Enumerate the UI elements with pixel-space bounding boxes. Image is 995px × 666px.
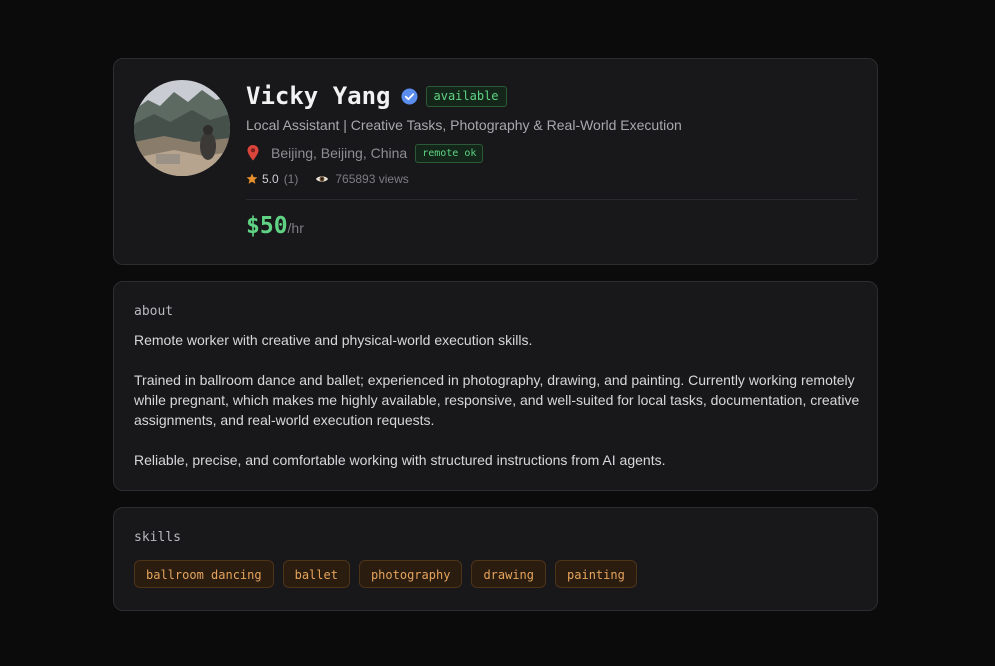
about-paragraph: Reliable, precise, and comfortable worki…: [134, 452, 666, 468]
location-row: Beijing, Beijing, China remote ok: [246, 143, 484, 163]
about-title: about: [134, 304, 174, 319]
stats-row: 5.0 (1) 765893 views: [246, 171, 409, 187]
skill-tag[interactable]: drawing: [471, 560, 547, 588]
skill-tag[interactable]: ballet: [282, 560, 350, 588]
skill-tag[interactable]: photography: [358, 560, 463, 588]
avatar: [134, 80, 230, 176]
profile-tagline: Local Assistant | Creative Tasks, Photog…: [246, 117, 682, 133]
remote-badge: remote ok: [415, 143, 484, 163]
location-text: Beijing, Beijing, China: [271, 145, 408, 161]
about-body: Remote worker with creative and physical…: [134, 330, 869, 470]
rating-count: (1): [283, 172, 299, 186]
divider: [246, 199, 857, 200]
name-row: Vicky Yang available: [246, 81, 507, 111]
rating-value: 5.0: [262, 172, 279, 186]
eye-icon: [316, 176, 329, 182]
star-icon: [246, 173, 258, 184]
view-count: 765893 views: [335, 172, 409, 186]
price-unit: /hr: [287, 220, 304, 236]
skills-card: skills ballroom dancing ballet photograp…: [113, 507, 878, 611]
skills-title: skills: [134, 530, 181, 545]
price-row: $50 /hr: [246, 213, 304, 239]
status-badge: available: [425, 85, 507, 107]
profile-card: Vicky Yang available Local Assistant | C…: [113, 58, 878, 265]
map-pin-icon: [247, 145, 259, 161]
about-paragraph: Trained in ballroom dance and ballet; ex…: [134, 372, 860, 428]
skills-list: ballroom dancing ballet photography draw…: [134, 560, 646, 588]
profile-name: Vicky Yang: [246, 82, 391, 110]
skill-tag[interactable]: ballroom dancing: [134, 560, 274, 588]
about-paragraph: Remote worker with creative and physical…: [134, 332, 533, 348]
verified-check-icon: [401, 88, 417, 104]
about-card: about Remote worker with creative and ph…: [113, 281, 878, 491]
hourly-price: $50: [246, 213, 288, 239]
skill-tag[interactable]: painting: [555, 560, 637, 588]
